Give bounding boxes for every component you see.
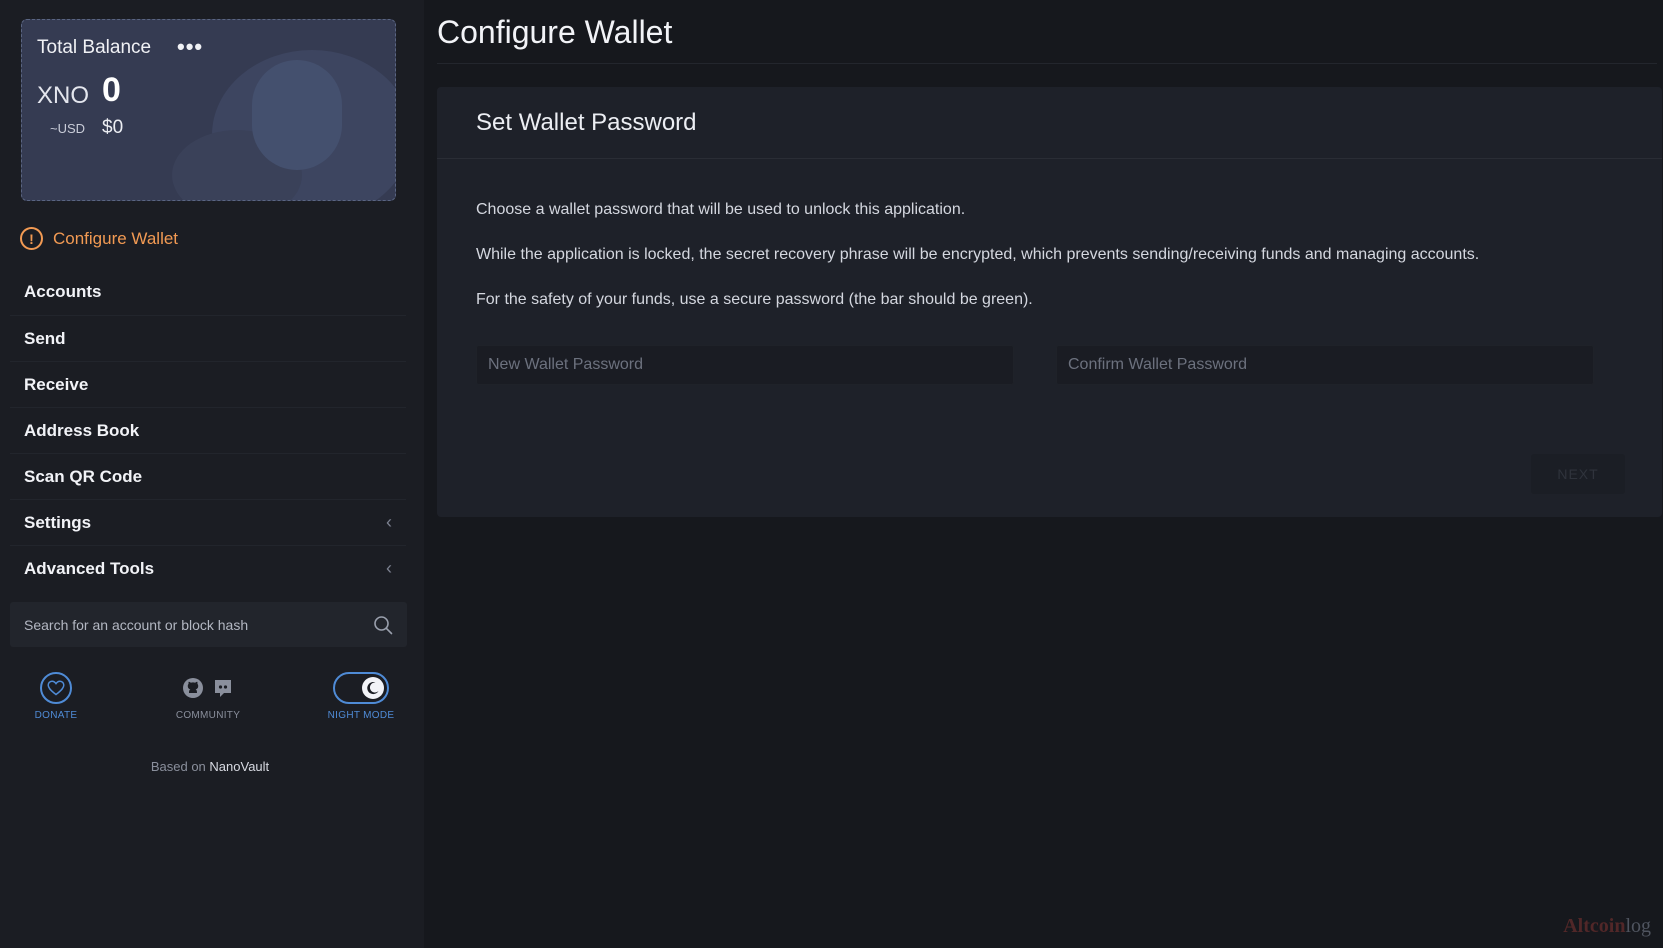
balance-amount: 0 xyxy=(102,71,121,109)
balance-title: Total Balance xyxy=(37,37,152,58)
sidebar-item-accounts[interactable]: Accounts xyxy=(10,269,406,315)
sidebar-item-label: Accounts xyxy=(24,282,102,301)
usd-value: $0 xyxy=(102,117,124,138)
sidebar-footer: DONATE COMMUNITY NIGHT MODE xyxy=(0,672,424,732)
sidebar-item-label: Send xyxy=(24,328,66,348)
donate-label: DONATE xyxy=(34,710,78,721)
description-text: Choose a wallet password that will be us… xyxy=(476,201,966,218)
sidebar-item-address-book[interactable]: Address Book xyxy=(10,407,406,453)
alert-circle-icon: ! xyxy=(20,227,43,250)
description-text: For the safety of your funds, use a secu… xyxy=(476,291,1033,308)
based-on: Based on NanoVault xyxy=(0,759,420,774)
sidebar-item-scan-qr-code[interactable]: Scan QR Code xyxy=(10,453,406,499)
sidebar-item-label: Settings xyxy=(24,512,92,532)
search-input[interactable] xyxy=(24,616,373,633)
sidebar-item-label: Configure Wallet xyxy=(53,228,179,248)
sidebar-item-configure-wallet[interactable]: ! Configure Wallet xyxy=(20,227,178,250)
night-mode-label: NIGHT MODE xyxy=(327,710,395,721)
card-body: Choose a wallet password that will be us… xyxy=(437,159,1662,385)
more-dots-icon[interactable]: ••• xyxy=(177,34,203,60)
sidebar: Total Balance ••• XNO 0 ~USD $0 ! Config… xyxy=(0,0,424,948)
heart-icon xyxy=(40,672,72,704)
password-fields xyxy=(476,345,1623,385)
sidebar-item-label: Receive xyxy=(24,374,89,394)
sidebar-item-label: Scan QR Code xyxy=(24,466,143,486)
night-mode-toggle[interactable]: NIGHT MODE xyxy=(326,672,396,721)
donate-button[interactable]: DONATE xyxy=(30,672,82,721)
chevron-left-icon: ‹ xyxy=(386,558,392,578)
search-bar xyxy=(10,602,407,647)
confirm-password-input[interactable] xyxy=(1056,345,1594,385)
balance-currency: XNO xyxy=(37,82,90,109)
next-button[interactable]: NEXT xyxy=(1531,454,1625,494)
app: Total Balance ••• XNO 0 ~USD $0 ! Config… xyxy=(0,0,1663,948)
card-decoration xyxy=(252,60,342,170)
based-on-prefix: Based on xyxy=(150,759,206,774)
balance-card: Total Balance ••• XNO 0 ~USD $0 xyxy=(21,19,396,201)
sidebar-item-advanced-tools[interactable]: Advanced Tools ‹ xyxy=(10,545,406,591)
moon-icon xyxy=(362,677,384,699)
watermark-tail: log xyxy=(1625,915,1651,937)
sidebar-item-label: Address Book xyxy=(24,420,140,440)
description-text: While the application is locked, the sec… xyxy=(476,246,1480,263)
toggle-switch[interactable] xyxy=(333,672,389,704)
sidebar-item-settings[interactable]: Settings ‹ xyxy=(10,499,406,545)
usd-label: ~USD xyxy=(50,121,86,136)
set-password-card: Set Wallet Password Choose a wallet pass… xyxy=(437,87,1662,517)
github-icon[interactable] xyxy=(182,677,204,699)
nanovault-link[interactable]: NanoVault xyxy=(209,759,269,774)
watermark-brand: Altcoin xyxy=(1563,915,1626,937)
main-content: Configure Wallet Set Wallet Password Cho… xyxy=(424,0,1663,948)
sidebar-nav: Accounts Send Receive Address Book Scan … xyxy=(10,269,406,591)
new-password-input[interactable] xyxy=(476,345,1014,385)
card-title: Set Wallet Password xyxy=(437,87,1662,159)
sidebar-item-label: Advanced Tools xyxy=(24,558,155,578)
watermark: Altcoinlog xyxy=(1563,915,1651,938)
sidebar-item-receive[interactable]: Receive xyxy=(10,361,406,407)
chevron-left-icon: ‹ xyxy=(386,512,392,532)
search-icon[interactable] xyxy=(373,615,393,635)
discord-icon[interactable] xyxy=(212,677,234,699)
community-links: COMMUNITY xyxy=(170,672,246,721)
sidebar-item-send[interactable]: Send xyxy=(10,315,406,361)
community-label: COMMUNITY xyxy=(175,710,241,721)
page-title: Configure Wallet xyxy=(437,14,673,50)
title-divider xyxy=(437,63,1657,64)
